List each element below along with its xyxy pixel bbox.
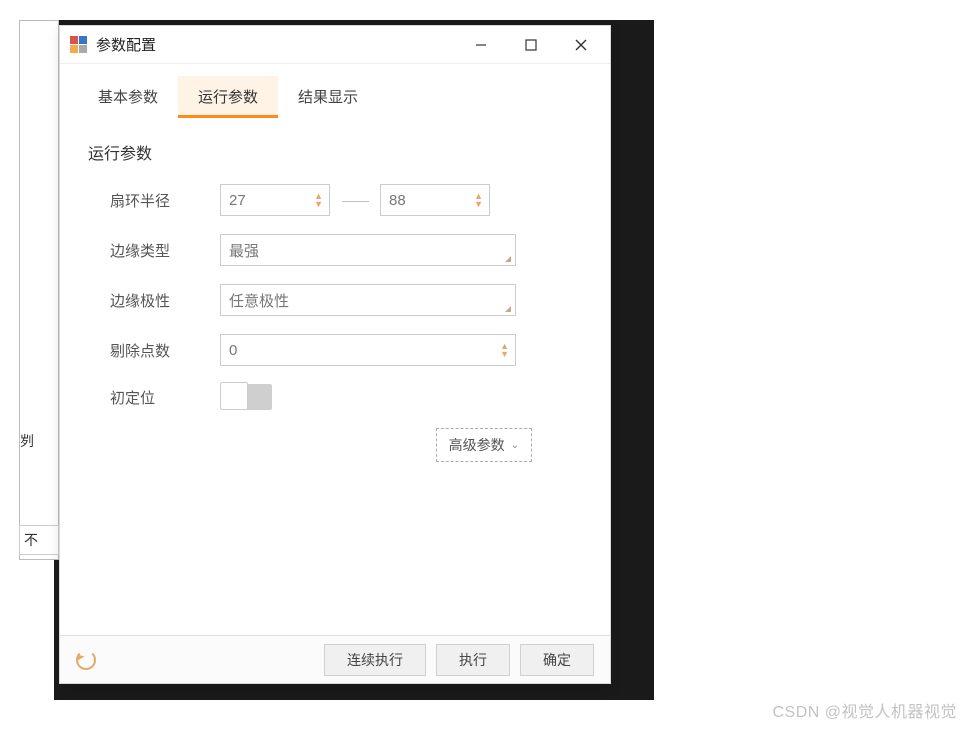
advanced-params-label: 高级参数 — [449, 435, 505, 455]
window-title: 参数配置 — [96, 34, 156, 55]
advanced-params-button[interactable]: 高级参数 ⌄ — [436, 428, 532, 462]
dialog-footer: 连续执行 执行 确定 — [60, 635, 610, 683]
row-init-locate: 初定位 — [88, 384, 582, 410]
execute-button[interactable]: 执行 — [436, 644, 510, 676]
label-edge-type: 边缘类型 — [110, 240, 220, 261]
ring-radius-min-stepper[interactable]: 27 ▲▼ — [220, 184, 330, 216]
section-run-params: 运行参数 扇环半径 27 ▲▼ —— 88 ▲▼ 边缘类型 最强 边缘极性 任意… — [60, 118, 610, 635]
reload-icon[interactable] — [76, 650, 96, 670]
tab-basic-params[interactable]: 基本参数 — [78, 76, 178, 117]
toggle-knob — [220, 382, 248, 410]
row-ring-radius: 扇环半径 27 ▲▼ —— 88 ▲▼ — [88, 184, 582, 216]
stepper-arrows-icon: ▲▼ — [314, 192, 323, 208]
dialog-parameter-config: 参数配置 基本参数 运行参数 结果显示 运行参数 扇环半径 27 ▲▼ —— 8… — [59, 25, 611, 684]
reject-points-stepper[interactable]: 0 ▲▼ — [220, 334, 516, 366]
ring-radius-max-stepper[interactable]: 88 ▲▼ — [380, 184, 490, 216]
titlebar: 参数配置 — [60, 26, 610, 64]
ring-radius-max-value: 88 — [389, 192, 474, 209]
row-edge-polarity: 边缘极性 任意极性 — [88, 284, 582, 316]
background-text-2: 不 — [19, 525, 59, 555]
continuous-execute-button[interactable]: 连续执行 — [324, 644, 426, 676]
edge-type-select[interactable]: 最强 — [220, 234, 516, 266]
label-edge-polarity: 边缘极性 — [110, 290, 220, 311]
tab-run-params[interactable]: 运行参数 — [178, 76, 278, 117]
background-panel-left — [19, 20, 59, 560]
edge-polarity-value: 任意极性 — [229, 290, 289, 311]
row-edge-type: 边缘类型 最强 — [88, 234, 582, 266]
ok-button[interactable]: 确定 — [520, 644, 594, 676]
close-icon — [575, 39, 587, 51]
init-locate-toggle[interactable] — [220, 384, 272, 410]
dropdown-triangle-icon — [505, 306, 511, 312]
label-ring-radius: 扇环半径 — [110, 190, 220, 211]
label-init-locate: 初定位 — [110, 387, 220, 408]
reject-points-value: 0 — [229, 342, 500, 359]
dropdown-triangle-icon — [505, 256, 511, 262]
tab-result-display[interactable]: 结果显示 — [278, 76, 378, 117]
range-separator: —— — [342, 192, 368, 208]
chevron-down-icon: ⌄ — [511, 440, 519, 451]
maximize-icon — [525, 39, 537, 51]
tab-bar: 基本参数 运行参数 结果显示 — [60, 64, 610, 118]
stepper-arrows-icon: ▲▼ — [474, 192, 483, 208]
app-icon — [70, 36, 88, 54]
edge-polarity-select[interactable]: 任意极性 — [220, 284, 516, 316]
ring-radius-min-value: 27 — [229, 192, 314, 209]
maximize-button[interactable] — [506, 28, 556, 62]
section-heading: 运行参数 — [88, 140, 582, 164]
close-button[interactable] — [556, 28, 606, 62]
watermark: CSDN @视觉人机器视觉 — [772, 698, 957, 722]
minimize-icon — [475, 39, 487, 51]
row-reject-points: 剔除点数 0 ▲▼ — [88, 334, 582, 366]
stepper-arrows-icon: ▲▼ — [500, 342, 509, 358]
minimize-button[interactable] — [456, 28, 506, 62]
label-reject-points: 剔除点数 — [110, 340, 220, 361]
edge-type-value: 最强 — [229, 240, 259, 261]
background-text-1: 刿 — [20, 431, 34, 451]
